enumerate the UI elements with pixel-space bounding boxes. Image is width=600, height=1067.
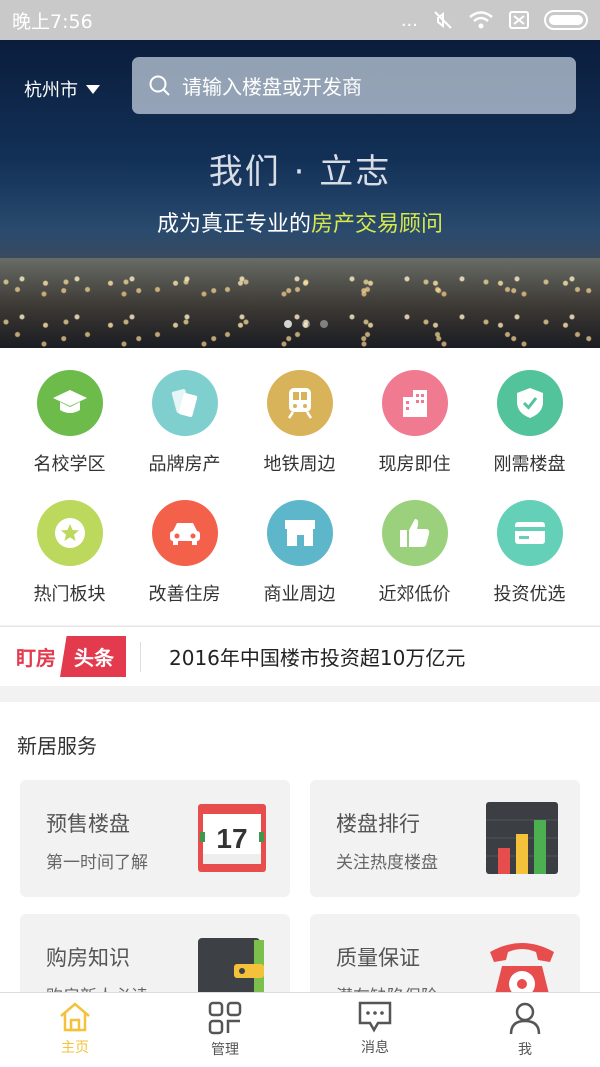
battery-icon xyxy=(544,10,588,30)
headline-bar[interactable]: 盯房 头条 2016年中国楼市投资超10万亿元 xyxy=(0,626,600,686)
search-placeholder: 请输入楼盘或开发商 xyxy=(182,75,362,99)
nav-label: 管理 xyxy=(211,1042,239,1058)
card-title: 购房知识 xyxy=(46,946,130,970)
city-selector[interactable]: 杭州市 xyxy=(24,76,100,102)
no-sim-icon xyxy=(509,11,529,29)
card-title: 预售楼盘 xyxy=(46,812,130,836)
calendar-date: 17 xyxy=(216,823,247,854)
category-item-suburbs[interactable]: 近郊低价 xyxy=(357,500,472,606)
category-item-upgrade[interactable]: 改善住房 xyxy=(127,500,242,606)
carousel-dot[interactable] xyxy=(302,320,310,328)
banner-subtitle: 成为真正专业的房产交易顾问 xyxy=(0,206,600,238)
nav-label: 主页 xyxy=(61,1040,89,1056)
nav-home[interactable]: 主页 xyxy=(0,993,150,1067)
card-icon xyxy=(496,500,563,566)
banner-subtitle-prefix: 成为真正专业的 xyxy=(156,212,311,237)
nav-manage[interactable]: 管理 xyxy=(150,993,300,1067)
category-label: 商业周边 xyxy=(263,584,336,605)
banner-title: 我们 · 立志 xyxy=(208,152,392,192)
category-label: 投资优选 xyxy=(493,584,566,605)
card-title: 楼盘排行 xyxy=(336,812,420,836)
bar-chart-icon xyxy=(486,802,558,874)
category-item-essential[interactable]: 刚需楼盘 xyxy=(472,370,587,476)
category-item-subway[interactable]: 地铁周边 xyxy=(242,370,357,476)
category-label: 刚需楼盘 xyxy=(493,454,566,475)
city-label: 杭州市 xyxy=(24,80,78,101)
category-item-commercial[interactable]: 商业周边 xyxy=(242,500,357,606)
building-icon xyxy=(381,370,448,436)
service-card-quality[interactable]: 质量保证 潜在缺陷保险 xyxy=(310,914,580,992)
category-label: 现房即住 xyxy=(378,454,451,475)
service-card-presale[interactable]: 预售楼盘 第一时间了解 17 xyxy=(20,780,290,897)
train-icon xyxy=(266,370,333,436)
new-home-services: 新居服务 预售楼盘 第一时间了解 17 楼盘排行 关注热度楼盘 购房知识 购房新… xyxy=(0,702,600,992)
category-label: 品牌房产 xyxy=(148,454,221,475)
card-subtitle: 关注热度楼盘 xyxy=(336,853,438,873)
category-label: 改善住房 xyxy=(148,584,221,605)
headline-text[interactable]: 2016年中国楼市投资超10万亿元 xyxy=(169,642,465,671)
category-label: 地铁周边 xyxy=(263,454,336,475)
caret-down-icon xyxy=(86,84,100,94)
service-card-ranking[interactable]: 楼盘排行 关注热度楼盘 xyxy=(310,780,580,897)
search-input[interactable]: 请输入楼盘或开发商 xyxy=(132,57,576,114)
mute-icon xyxy=(434,11,452,29)
category-grid: 名校学区 品牌房产 地铁周边 现房即住 刚需楼盘 热门板块 改善住房 商业周边 … xyxy=(0,348,600,625)
calendar-icon: 17 xyxy=(198,804,266,872)
nav-me[interactable]: 我 xyxy=(450,993,600,1067)
car-icon xyxy=(151,500,218,566)
headline-badge: 头条 xyxy=(60,636,126,677)
city-skyline-image xyxy=(0,258,600,348)
bottom-nav: 主页 管理 消息 我 xyxy=(0,992,600,1067)
category-item-investment[interactable]: 投资优选 xyxy=(472,500,587,606)
service-card-knowledge[interactable]: 购房知识 购房新人必读 xyxy=(20,914,290,992)
headline-brand: 盯房 xyxy=(16,646,56,670)
nav-label: 我 xyxy=(518,1042,532,1058)
more-dots-icon: ... xyxy=(400,9,418,31)
divider xyxy=(140,641,141,672)
card-subtitle: 购房新人必读 xyxy=(46,982,148,992)
category-item-ready-homes[interactable]: 现房即住 xyxy=(357,370,472,476)
category-item-brand[interactable]: 品牌房产 xyxy=(127,370,242,476)
category-label: 近郊低价 xyxy=(378,584,451,605)
status-bar: 晚上7:56 ... xyxy=(0,0,600,40)
section-title: 新居服务 xyxy=(17,734,97,758)
shop-icon xyxy=(266,500,333,566)
carousel-dot[interactable] xyxy=(284,320,292,328)
status-icons: ... xyxy=(401,9,588,31)
card-title: 质量保证 xyxy=(336,946,420,970)
user-icon xyxy=(509,1002,541,1035)
category-label: 名校学区 xyxy=(33,454,106,475)
hero-banner[interactable]: 杭州市 请输入楼盘或开发商 我们 · 立志 成为真正专业的房产交易顾问 xyxy=(0,40,600,348)
graduation-cap-icon xyxy=(36,370,103,436)
grid-icon xyxy=(208,1001,242,1035)
card-subtitle: 第一时间了解 xyxy=(46,853,148,873)
star-icon xyxy=(36,500,103,566)
shield-check-icon xyxy=(496,370,563,436)
card-subtitle: 潜在缺陷保险 xyxy=(336,982,438,992)
status-time: 晚上7:56 xyxy=(12,10,93,33)
nav-messages[interactable]: 消息 xyxy=(300,993,450,1067)
category-item-hot-areas[interactable]: 热门板块 xyxy=(12,500,127,606)
category-item-schools[interactable]: 名校学区 xyxy=(12,370,127,476)
message-icon xyxy=(358,1001,392,1033)
wifi-icon xyxy=(469,11,493,29)
carousel-dot[interactable] xyxy=(320,320,328,328)
telephone-icon xyxy=(490,943,554,992)
thumbs-up-icon xyxy=(381,500,448,566)
carousel-dots[interactable] xyxy=(284,320,328,328)
tags-icon xyxy=(151,370,218,436)
nav-label: 消息 xyxy=(361,1040,389,1056)
category-label: 热门板块 xyxy=(33,584,106,605)
search-icon xyxy=(149,75,170,96)
banner-subtitle-highlight: 房产交易顾问 xyxy=(311,212,444,237)
wallet-icon xyxy=(198,938,264,992)
home-icon xyxy=(60,1002,90,1032)
